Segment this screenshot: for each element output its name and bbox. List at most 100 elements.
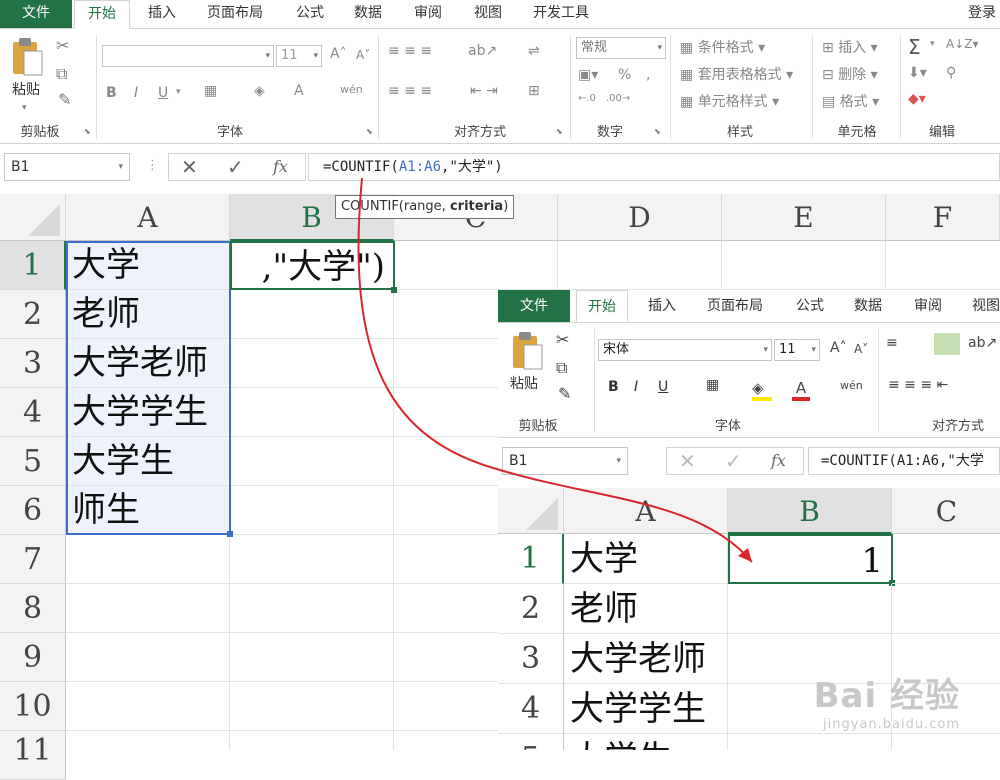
insert-cells-button[interactable]: ⊞ 插入 ▾ bbox=[822, 37, 878, 57]
inset-align-middle-icon[interactable] bbox=[934, 333, 960, 355]
copy-icon[interactable]: ⧉ bbox=[56, 65, 67, 83]
merge-center-icon[interactable]: ⊞ bbox=[528, 83, 540, 99]
inset-cell-b5[interactable] bbox=[728, 734, 892, 750]
clipboard-launcher-icon[interactable]: ⬊ bbox=[84, 127, 91, 136]
inset-paste-icon[interactable] bbox=[510, 331, 544, 371]
grow-font-icon[interactable]: A˄ bbox=[330, 46, 347, 62]
fill-icon[interactable]: ⬇▾ bbox=[908, 65, 927, 81]
delete-cells-button[interactable]: ⊟ 删除 ▾ bbox=[822, 64, 878, 84]
inset-align-top-icon[interactable]: ≡ bbox=[886, 335, 898, 351]
orientation-icon[interactable]: ab↗ bbox=[468, 43, 497, 59]
inset-cell-a2[interactable]: 老师 bbox=[564, 584, 728, 634]
inset-font-size-combo[interactable]: 11 ▾ bbox=[774, 339, 820, 361]
row-header-4[interactable]: 4 bbox=[0, 388, 66, 437]
inset-tab-formulas[interactable]: 公式 bbox=[784, 290, 836, 322]
italic-icon[interactable]: I bbox=[134, 85, 138, 101]
inset-italic-icon[interactable]: I bbox=[634, 379, 638, 395]
inset-copy-icon[interactable]: ⧉ bbox=[556, 359, 567, 377]
font-color-icon[interactable]: A bbox=[294, 83, 304, 99]
increase-decimal-icon[interactable]: ←.0 bbox=[578, 93, 596, 104]
sort-filter-icon[interactable]: A↓Z▾ bbox=[946, 37, 979, 51]
cell-a4[interactable]: 大学学生 bbox=[66, 388, 230, 437]
inset-name-box[interactable]: B1 ▾ bbox=[502, 447, 628, 475]
inset-tab-home[interactable]: 开始 bbox=[576, 290, 628, 322]
inset-tab-view[interactable]: 视图 bbox=[960, 290, 1000, 322]
inset-row-header-2[interactable]: 2 bbox=[498, 584, 564, 634]
border-icon[interactable]: ▦ bbox=[204, 83, 217, 99]
chevron-down-icon[interactable]: ▾ bbox=[930, 39, 935, 49]
range-handle[interactable] bbox=[227, 531, 233, 537]
format-cells-button[interactable]: ▤ 格式 ▾ bbox=[822, 91, 879, 111]
cell-style-button[interactable]: ▦ 单元格样式 ▾ bbox=[680, 91, 779, 111]
inset-phonetic-icon[interactable]: wén bbox=[840, 379, 863, 392]
empty-row-1[interactable] bbox=[394, 241, 1000, 290]
insert-function-icon[interactable]: fx bbox=[273, 157, 288, 176]
comma-icon[interactable]: , bbox=[646, 67, 650, 83]
align-top-icon[interactable]: ≡ ≡ ≡ bbox=[388, 43, 432, 59]
tab-data[interactable]: 数据 bbox=[342, 0, 394, 28]
inset-row-header-4[interactable]: 4 bbox=[498, 684, 564, 734]
inset-format-painter-icon[interactable]: ✎ bbox=[558, 385, 571, 403]
inset-paste-label[interactable]: 粘贴 bbox=[510, 373, 538, 393]
tab-insert[interactable]: 插入 bbox=[136, 0, 188, 28]
inset-fx-icon[interactable]: fx bbox=[771, 451, 786, 470]
row-header-9[interactable]: 9 bbox=[0, 633, 66, 682]
column-header-e[interactable]: E bbox=[722, 194, 886, 241]
inset-column-header-c[interactable]: C bbox=[892, 488, 1000, 534]
cell-a3[interactable]: 大学老师 bbox=[66, 339, 230, 388]
phonetic-icon[interactable]: wén bbox=[340, 83, 363, 96]
inset-cell-a3[interactable]: 大学老师 bbox=[564, 634, 728, 684]
inset-tab-review[interactable]: 审阅 bbox=[902, 290, 954, 322]
tab-view[interactable]: 视图 bbox=[462, 0, 514, 28]
inset-cell-b2[interactable] bbox=[728, 584, 892, 634]
alignment-launcher-icon[interactable]: ⬊ bbox=[556, 127, 563, 136]
inset-align-left-icon[interactable]: ≡ ≡ ≡ ⇤ bbox=[888, 377, 948, 393]
cell-a5[interactable]: 大学生 bbox=[66, 437, 230, 486]
inset-tab-insert[interactable]: 插入 bbox=[636, 290, 688, 322]
inset-shrink-font-icon[interactable]: A˅ bbox=[854, 342, 868, 356]
indent-icon[interactable]: ⇤ ⇥ bbox=[470, 83, 498, 99]
enter-icon[interactable]: ✓ bbox=[227, 155, 244, 179]
underline-icon[interactable]: U bbox=[158, 85, 168, 101]
cell-a1[interactable]: 大学 bbox=[66, 241, 230, 290]
paste-dropdown-icon[interactable]: ▾ bbox=[22, 99, 27, 117]
inset-orientation-icon[interactable]: ab↗ bbox=[968, 335, 997, 351]
inset-row-header-1[interactable]: 1 bbox=[498, 534, 564, 584]
inset-cell-a5[interactable]: 大学生 bbox=[564, 734, 728, 750]
paste-icon[interactable] bbox=[10, 37, 44, 77]
inset-underline-icon[interactable]: U bbox=[658, 379, 668, 395]
wrap-text-icon[interactable]: ⇌ bbox=[528, 43, 540, 59]
inset-cut-icon[interactable]: ✂ bbox=[556, 331, 569, 349]
inset-cell-c2[interactable] bbox=[892, 584, 1000, 634]
tab-review[interactable]: 审阅 bbox=[402, 0, 454, 28]
row-header-3[interactable]: 3 bbox=[0, 339, 66, 388]
clear-icon[interactable]: ◆▾ bbox=[908, 91, 926, 107]
row-header-10[interactable]: 10 bbox=[0, 682, 66, 731]
row-header-2[interactable]: 2 bbox=[0, 290, 66, 339]
row-header-8[interactable]: 8 bbox=[0, 584, 66, 633]
inset-row-header-3[interactable]: 3 bbox=[498, 634, 564, 684]
percent-icon[interactable]: % bbox=[618, 67, 631, 83]
inset-column-header-b[interactable]: B bbox=[728, 488, 892, 534]
formula-bar-grip-icon[interactable]: ⋮ bbox=[146, 158, 159, 173]
find-select-icon[interactable]: ⚲ bbox=[946, 65, 956, 81]
cut-icon[interactable]: ✂ bbox=[56, 37, 69, 55]
inset-cell-a4[interactable]: 大学学生 bbox=[564, 684, 728, 734]
name-box[interactable]: B1 ▾ bbox=[4, 153, 130, 181]
inset-select-all-corner[interactable] bbox=[498, 488, 564, 534]
inset-cell-c5[interactable] bbox=[892, 734, 1000, 750]
font-size-combo[interactable]: 11 ▾ bbox=[276, 45, 322, 67]
inset-grow-font-icon[interactable]: A˄ bbox=[830, 340, 847, 356]
cell-a6[interactable]: 师生 bbox=[66, 486, 230, 535]
inset-cell-b1-result[interactable]: 1 bbox=[728, 534, 893, 584]
tab-page-layout[interactable]: 页面布局 bbox=[196, 0, 274, 28]
select-all-corner[interactable] bbox=[0, 194, 66, 241]
row-header-11[interactable]: 11 bbox=[0, 731, 66, 780]
inset-font-name-combo[interactable]: 宋体 ▾ bbox=[598, 339, 772, 361]
formula-input[interactable]: =COUNTIF(A1:A6,"大学") bbox=[308, 153, 1000, 181]
fill-color-icon[interactable]: ◈ bbox=[254, 83, 265, 99]
bold-icon[interactable]: B bbox=[106, 85, 117, 101]
font-name-combo[interactable]: ▾ bbox=[102, 45, 274, 67]
align-left-icon[interactable]: ≡ ≡ ≡ bbox=[388, 83, 432, 99]
login-link[interactable]: 登录 bbox=[962, 0, 1000, 28]
